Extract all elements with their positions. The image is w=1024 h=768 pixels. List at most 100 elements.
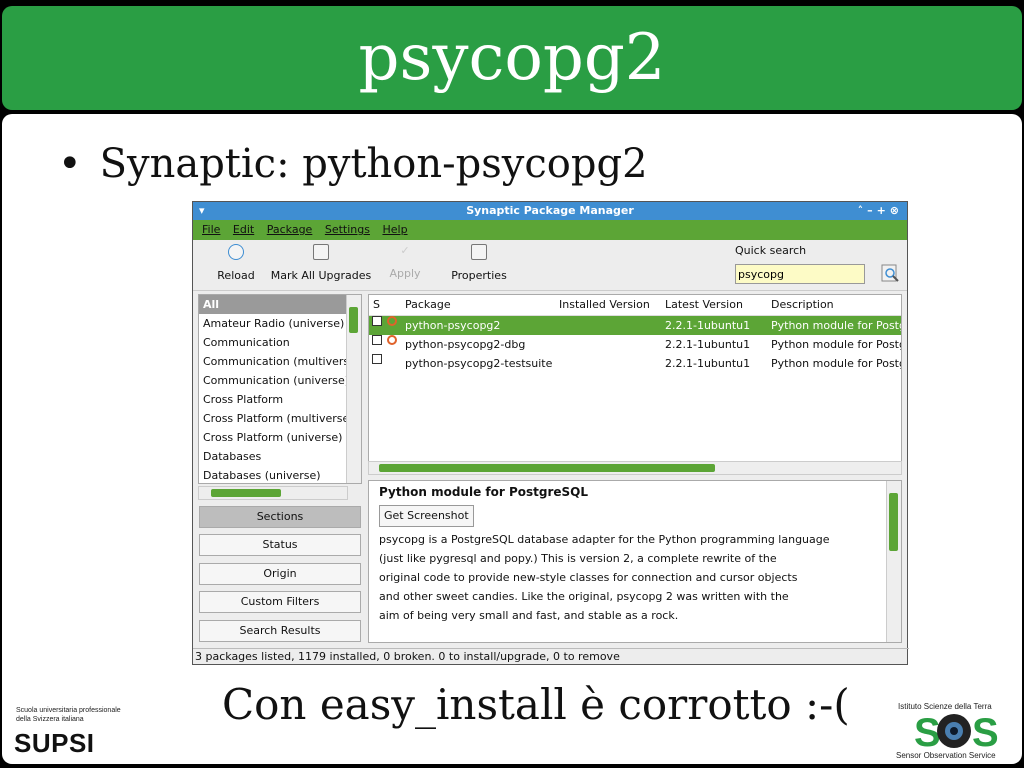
search-results-button[interactable]: Search Results: [199, 620, 361, 642]
mark-upgrades-icon: [313, 244, 329, 260]
section-item[interactable]: Communication (multiverse): [199, 352, 349, 371]
window-controls: ˄–+⊗: [858, 202, 903, 220]
description-line: aim of being very small and fast, and st…: [379, 609, 679, 622]
scrollbar-thumb[interactable]: [211, 489, 281, 497]
sections-filter-button[interactable]: Sections: [199, 506, 361, 528]
supsi-tagline-line1: Scuola universitaria professionale: [16, 707, 121, 714]
description-line: (just like pygresql and popy.) This is v…: [379, 552, 777, 565]
apply-button[interactable]: ✓ Apply: [385, 244, 425, 280]
supsi-logo: SUPSI: [14, 728, 95, 758]
bullet-text: Synaptic: python-psycopg2: [99, 141, 648, 187]
section-item[interactable]: Cross Platform: [199, 390, 349, 409]
package-description: Python module for PostgreSQL: [771, 338, 901, 351]
window-menu-icon[interactable]: ▾: [199, 202, 205, 220]
column-header-latest[interactable]: Latest Version: [665, 295, 743, 315]
get-screenshot-button[interactable]: Get Screenshot: [379, 505, 474, 527]
origin-filter-button[interactable]: Origin: [199, 563, 361, 585]
svg-text:S: S: [914, 711, 941, 752]
footer-caption: Con easy_install è corrotto :-(: [222, 680, 850, 729]
package-checkbox[interactable]: [372, 354, 382, 364]
description-line: original code to provide new-style class…: [379, 571, 798, 584]
details-vertical-scrollbar[interactable]: [886, 481, 901, 642]
section-item[interactable]: Communication (universe): [199, 371, 349, 390]
menu-package[interactable]: Package: [267, 223, 313, 236]
sections-vertical-scrollbar[interactable]: [346, 295, 361, 483]
quick-search-input[interactable]: [735, 264, 865, 284]
package-name: python-psycopg2-testsuite: [405, 357, 553, 370]
supsi-tagline: Scuola universitaria professionale della…: [16, 706, 156, 724]
scrollbar-thumb[interactable]: [349, 307, 358, 333]
properties-icon: [471, 244, 487, 260]
sos-subtitle: Sensor Observation Service: [896, 751, 996, 760]
supsi-tagline-line2: della Svizzera italiana: [16, 716, 84, 723]
mark-all-label: Mark All Upgrades: [270, 269, 372, 282]
table-row[interactable]: python-psycopg2-dbg 2.2.1-1ubuntu1 Pytho…: [369, 335, 901, 354]
scrollbar-thumb[interactable]: [889, 493, 898, 551]
menu-bar: File Edit Package Settings Help: [193, 220, 907, 240]
status-bar: 3 packages listed, 1179 installed, 0 bro…: [193, 648, 909, 665]
ubuntu-icon: [387, 316, 397, 326]
package-description: Python module for PostgreSQL: [771, 357, 901, 370]
reload-button[interactable]: Reload: [211, 244, 261, 282]
quick-search-label: Quick search: [735, 244, 807, 257]
sections-horizontal-scrollbar[interactable]: [198, 486, 348, 500]
table-row[interactable]: python-psycopg2-testsuite 2.2.1-1ubuntu1…: [369, 354, 901, 373]
menu-help[interactable]: Help: [382, 223, 407, 236]
properties-button[interactable]: Properties: [449, 244, 509, 282]
sos-logo: S S: [914, 711, 999, 752]
apply-label: Apply: [389, 267, 421, 280]
details-title: Python module for PostgreSQL: [379, 485, 589, 499]
slide-title: psycopg2: [358, 21, 666, 95]
minimize-icon[interactable]: –: [867, 204, 877, 217]
menu-edit[interactable]: Edit: [233, 223, 254, 236]
reload-label: Reload: [217, 269, 255, 282]
package-checkbox[interactable]: [372, 316, 382, 326]
section-item[interactable]: Databases: [199, 447, 349, 466]
package-name: python-psycopg2-dbg: [405, 338, 526, 351]
section-item[interactable]: Communication: [199, 333, 349, 352]
resize-icon[interactable]: +: [877, 204, 890, 217]
package-table: S Package Installed Version Latest Versi…: [368, 294, 902, 470]
window-title: Synaptic Package Manager: [466, 204, 634, 217]
reload-icon: [228, 244, 244, 260]
column-header-installed[interactable]: Installed Version: [559, 295, 650, 315]
table-header: S Package Installed Version Latest Versi…: [369, 295, 901, 316]
description-line: and other sweet candies. Like the origin…: [379, 590, 789, 603]
toolbar: Reload Mark All Upgrades ✓ Apply Propert…: [193, 240, 907, 291]
scrollbar-thumb[interactable]: [379, 464, 715, 472]
sections-list: All Amateur Radio (universe) Communicati…: [198, 294, 362, 484]
section-item[interactable]: Databases (universe): [199, 466, 349, 483]
status-filter-button[interactable]: Status: [199, 534, 361, 556]
package-description: Python module for PostgreSQL: [771, 319, 901, 332]
latest-version: 2.2.1-1ubuntu1: [665, 357, 751, 370]
packages-horizontal-scrollbar[interactable]: [368, 461, 902, 475]
latest-version: 2.2.1-1ubuntu1: [665, 319, 751, 332]
slide-title-bar: psycopg2: [2, 6, 1022, 110]
package-details: Python module for PostgreSQL Get Screens…: [368, 480, 902, 643]
bullet-item: • Synaptic: python-psycopg2: [58, 140, 648, 188]
section-item[interactable]: Cross Platform (universe): [199, 428, 349, 447]
svg-text:S: S: [972, 711, 999, 752]
section-item[interactable]: Cross Platform (multiverse): [199, 409, 349, 428]
menu-settings[interactable]: Settings: [325, 223, 370, 236]
column-header-package[interactable]: Package: [405, 295, 451, 315]
properties-label: Properties: [451, 269, 507, 282]
column-header-description[interactable]: Description: [771, 295, 901, 315]
mark-all-upgrades-button[interactable]: Mark All Upgrades: [269, 244, 373, 282]
ubuntu-icon: [387, 335, 397, 345]
search-icon[interactable]: [881, 262, 901, 284]
package-checkbox[interactable]: [372, 335, 382, 345]
custom-filters-button[interactable]: Custom Filters: [199, 591, 361, 613]
menu-file[interactable]: File: [202, 223, 220, 236]
bullet-marker: •: [58, 141, 82, 187]
close-icon[interactable]: ⊗: [890, 204, 903, 217]
table-row[interactable]: python-psycopg2 2.2.1-1ubuntu1 Python mo…: [369, 316, 901, 335]
description-line: psycopg is a PostgreSQL database adapter…: [379, 533, 830, 546]
maximize-icon[interactable]: ˄: [858, 204, 868, 217]
window-titlebar[interactable]: ▾ Synaptic Package Manager ˄–+⊗: [193, 202, 907, 220]
package-name: python-psycopg2: [405, 319, 501, 332]
column-header-status[interactable]: S: [373, 295, 380, 315]
section-item[interactable]: All: [199, 295, 349, 314]
section-item[interactable]: Amateur Radio (universe): [199, 314, 349, 333]
latest-version: 2.2.1-1ubuntu1: [665, 338, 751, 351]
